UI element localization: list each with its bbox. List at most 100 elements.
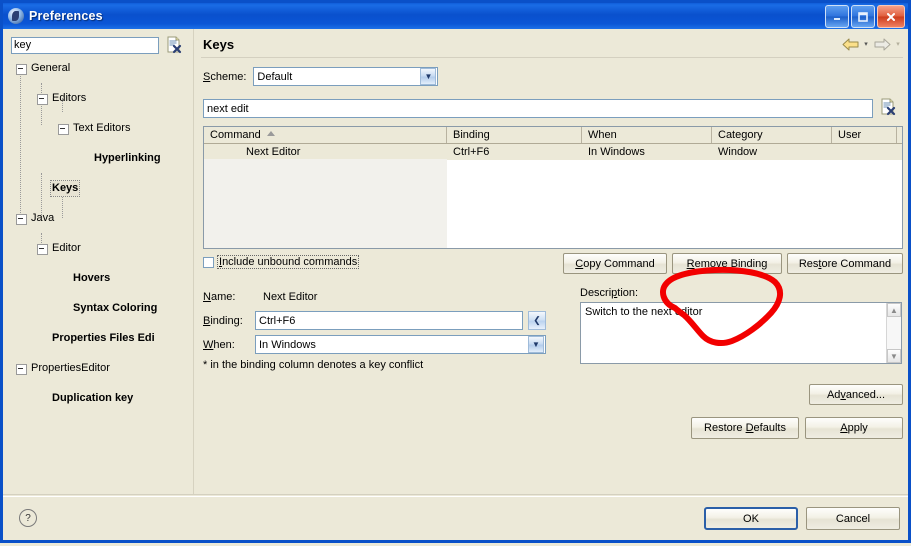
sidebar-filter-row: [11, 34, 187, 56]
keys-preference-page: Keys ▾ ▾ Scheme: Default ▼ next edit Com…: [197, 29, 908, 494]
column-label: Binding: [453, 129, 490, 141]
advanced-button-wrap: Advanced...: [809, 384, 903, 405]
scheme-label: Scheme:: [203, 70, 247, 83]
help-icon[interactable]: ?: [19, 509, 37, 527]
clear-filter-icon[interactable]: [165, 36, 183, 54]
restore-command-button[interactable]: Restore Command: [787, 253, 903, 274]
sidebar-item-properties-editor[interactable]: PropertiesEditor: [9, 361, 189, 376]
footer-separator: [3, 494, 908, 495]
clear-keys-filter-icon[interactable]: [879, 98, 897, 116]
sidebar-item-general[interactable]: General: [9, 61, 189, 76]
scheme-row: Scheme: Default ▼: [203, 67, 439, 86]
name-row: Name: Next Editor: [203, 287, 553, 306]
tree-label: Text Editors: [73, 122, 131, 134]
description-scrollbar[interactable]: ▲ ▼: [886, 303, 901, 363]
ok-button[interactable]: OK: [704, 507, 798, 530]
scheme-value: Default: [257, 70, 293, 83]
column-header-binding[interactable]: Binding: [447, 127, 582, 143]
include-unbound-label: Include unbound commands: [216, 255, 360, 269]
button-label: Remove Binding: [686, 257, 768, 270]
tree-expander-icon[interactable]: [37, 244, 48, 255]
include-unbound-row[interactable]: Include unbound commands: [203, 255, 360, 269]
tree-label: Duplication key: [52, 392, 134, 404]
sidebar-item-duplication-key[interactable]: Duplication key: [9, 391, 189, 406]
forward-arrow-icon[interactable]: [872, 36, 892, 52]
chevron-left-icon[interactable]: ❮: [528, 311, 546, 330]
when-row: When: In Windows ▼: [203, 335, 553, 354]
scroll-up-icon[interactable]: ▲: [887, 303, 901, 317]
name-label: Name:: [203, 290, 236, 303]
tree-label: Properties Files Edi: [52, 332, 155, 344]
apply-button[interactable]: Apply: [805, 417, 903, 439]
scroll-down-icon[interactable]: ▼: [887, 349, 901, 363]
binding-details-form: Name: Next Editor Binding: ❮ When: In Wi…: [203, 287, 553, 371]
table-header-row: Command Binding When Category User: [204, 127, 902, 144]
column-label: Category: [718, 129, 763, 141]
window-title: Preferences: [29, 9, 103, 23]
title-bar[interactable]: Preferences: [3, 3, 908, 29]
button-label: Restore Defaults: [704, 422, 786, 434]
cell-category: Window: [718, 146, 758, 158]
sidebar-item-keys[interactable]: Keys: [9, 180, 189, 197]
description-textarea[interactable]: Switch to the next editor ▲ ▼: [580, 302, 902, 364]
chevron-down-icon[interactable]: ▼: [420, 68, 437, 85]
dialog-footer: ? OK Cancel: [3, 497, 908, 540]
tree-expander-icon[interactable]: [16, 214, 27, 225]
eclipse-icon: [8, 8, 24, 24]
sidebar-item-hyperlinking[interactable]: Hyperlinking: [9, 151, 189, 166]
scheme-combo[interactable]: Default ▼: [253, 67, 439, 86]
preferences-sidebar: General Editors Text Editors Hyperlinkin…: [3, 29, 193, 517]
sidebar-item-hovers[interactable]: Hovers: [9, 271, 189, 286]
keys-filter-input[interactable]: [203, 99, 873, 118]
column-header-category[interactable]: Category: [712, 127, 832, 143]
tree-label: Syntax Coloring: [73, 302, 158, 314]
sidebar-filter-input[interactable]: [11, 36, 159, 54]
button-label: Restore Command: [798, 257, 892, 270]
column-label: User: [838, 129, 862, 141]
maximize-button[interactable]: [851, 5, 875, 28]
column-label: Command: [210, 129, 261, 141]
remove-binding-button[interactable]: Remove Binding: [672, 253, 782, 274]
minimize-button[interactable]: [825, 5, 849, 28]
tree-label: Java: [31, 212, 55, 224]
include-unbound-checkbox[interactable]: [203, 256, 214, 268]
tree-expander-icon[interactable]: [16, 64, 27, 75]
sidebar-item-syntax-coloring[interactable]: Syntax Coloring: [9, 301, 189, 316]
column-header-user[interactable]: User: [832, 127, 897, 143]
sidebar-item-java[interactable]: Java: [9, 211, 189, 226]
close-button[interactable]: [877, 5, 905, 28]
table-row[interactable]: Next Editor Ctrl+F6 In Windows Window: [204, 144, 902, 160]
tree-expander-icon[interactable]: [37, 94, 48, 105]
dialog-body: General Editors Text Editors Hyperlinkin…: [3, 29, 908, 540]
tree-label: Editors: [52, 92, 87, 104]
restore-defaults-button[interactable]: Restore Defaults: [691, 417, 799, 439]
description-text: Switch to the next editor: [585, 306, 703, 318]
key-bindings-table[interactable]: Command Binding When Category User Next …: [203, 126, 903, 249]
sidebar-item-editor[interactable]: Editor: [9, 241, 189, 256]
tree-expander-icon[interactable]: [58, 124, 69, 135]
when-combo[interactable]: In Windows ▼: [255, 335, 546, 354]
advanced-button[interactable]: Advanced...: [809, 384, 903, 405]
tree-label: PropertiesEditor: [31, 362, 110, 374]
tree-expander-icon[interactable]: [16, 364, 27, 375]
preferences-tree[interactable]: General Editors Text Editors Hyperlinkin…: [9, 61, 189, 461]
cell-when: In Windows: [588, 146, 645, 158]
cell-binding: Ctrl+F6: [453, 146, 490, 158]
sidebar-item-editors[interactable]: Editors: [9, 91, 189, 106]
back-dropdown-caret[interactable]: ▾: [862, 40, 870, 48]
back-arrow-icon[interactable]: [840, 36, 860, 52]
binding-input[interactable]: [255, 311, 523, 330]
button-label: Apply: [840, 422, 868, 434]
conflict-hint: * in the binding column denotes a key co…: [203, 359, 424, 371]
sidebar-item-properties-files-editor[interactable]: Properties Files Edi: [9, 331, 189, 346]
copy-command-button[interactable]: Copy Command: [563, 253, 667, 274]
sidebar-item-text-editors[interactable]: Text Editors: [9, 121, 189, 136]
column-header-command[interactable]: Command: [204, 127, 447, 143]
page-navigation: ▾ ▾: [840, 36, 902, 52]
column-header-when[interactable]: When: [582, 127, 712, 143]
chevron-down-icon[interactable]: ▼: [528, 336, 544, 353]
description-label: Description:: [580, 287, 639, 299]
cancel-button[interactable]: Cancel: [806, 507, 900, 530]
tree-label: General: [31, 62, 71, 74]
description-section: Description: Switch to the next editor ▲…: [580, 287, 902, 364]
